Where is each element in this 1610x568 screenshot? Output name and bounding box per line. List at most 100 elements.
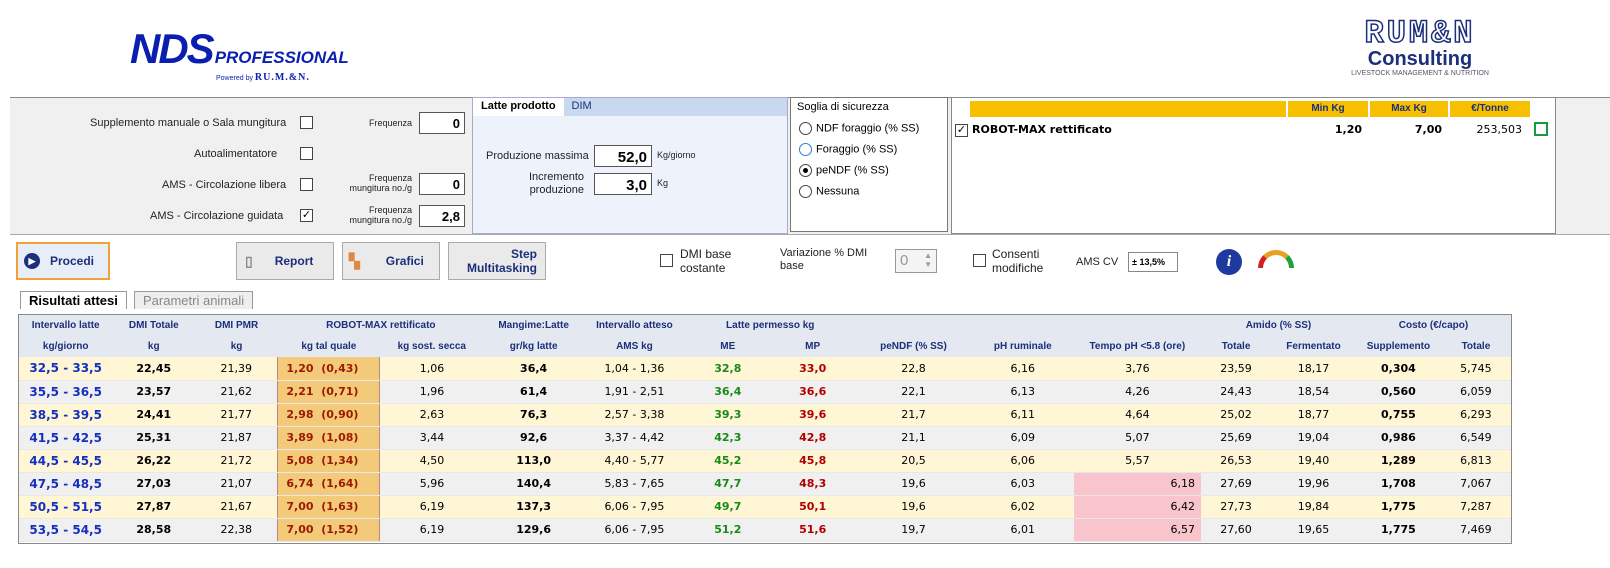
table-cell: 3,44	[379, 426, 484, 450]
ams-cv-value[interactable]: ± 13,5%	[1128, 252, 1178, 272]
grafici-label: Grafici	[385, 254, 424, 268]
table-row[interactable]: 35,5 - 36,5 23,57 21,62 2,21 (0,71) 1,96 61,4…	[19, 380, 1511, 404]
table-cell: 4,26	[1073, 380, 1202, 404]
table-row[interactable]: 47,5 - 48,5 27,03 21,07 6,74 (1,64) 5,96 140,…	[19, 472, 1511, 496]
spinner-arrows-icon[interactable]: ▲ ▼	[924, 251, 932, 269]
radio-foraggio[interactable]	[799, 143, 812, 156]
prod-max-unit: Kg/giorno	[657, 150, 696, 160]
table-cell: 6,57	[1073, 518, 1202, 542]
table-cell: 23,57	[112, 380, 196, 404]
supplemento-checkbox[interactable]	[300, 116, 313, 129]
incremento-input[interactable]: 3,0	[594, 173, 652, 195]
radio-pendf[interactable]	[799, 164, 812, 177]
robot-min: 1,20	[1334, 123, 1362, 136]
table-cell: 4,40 - 5,77	[583, 449, 686, 473]
table-cell: 27,73	[1201, 495, 1272, 519]
soglia-opt-pendf[interactable]: peNDF (% SS)	[791, 160, 947, 181]
table-cell: 6,06	[971, 449, 1074, 473]
table-cell: 5,745	[1440, 357, 1511, 381]
table-cell: 23,59	[1201, 357, 1272, 381]
grid-icon[interactable]	[1534, 122, 1548, 136]
table-cell: 27,60	[1201, 518, 1272, 542]
freq-mungitura-label-1: Frequenza mungitura no./g	[349, 173, 412, 193]
soglia-opt-ndf[interactable]: NDF foraggio (% SS)	[791, 116, 947, 139]
table-cell: 6,06 - 7,95	[583, 495, 686, 519]
subhdr-2: kg	[195, 336, 278, 357]
table-cell: 92,6	[483, 426, 584, 450]
table-cell: 19,84	[1271, 495, 1356, 519]
table-cell: 53,5 - 54,5	[19, 518, 113, 542]
procedi-button[interactable]: ▶ Procedi	[16, 242, 110, 280]
consenti-checkbox[interactable]	[973, 254, 986, 267]
subhdr-1: kg	[112, 336, 196, 357]
table-row[interactable]: 53,5 - 54,5 28,58 22,38 7,00 (1,52) 6,19 129,…	[19, 518, 1511, 542]
table-row[interactable]: 41,5 - 42,5 25,31 21,87 3,89 (1,08) 3,44 92,6…	[19, 426, 1511, 450]
freq-mungitura-input-2[interactable]: 2,8	[419, 205, 465, 227]
ams-libera-label: AMS - Circolazione libera	[162, 179, 287, 191]
table-cell: 1,91 - 2,51	[583, 380, 686, 404]
table-cell: 6,03	[971, 472, 1074, 496]
table-row[interactable]: 50,5 - 51,5 27,87 21,67 7,00 (1,63) 6,19 137,…	[19, 495, 1511, 519]
prod-max-input[interactable]: 52,0	[594, 145, 652, 167]
table-cell: 20,5	[855, 449, 972, 473]
soglia-title: Soglia di sicurezza	[797, 101, 889, 113]
table-cell: 22,8	[855, 357, 972, 381]
table-cell: 7,469	[1440, 518, 1511, 542]
table-row[interactable]: 38,5 - 39,5 24,41 21,77 2,98 (0,90) 2,63 76,3…	[19, 403, 1511, 427]
table-cell: 3,89 (1,08)	[277, 426, 381, 450]
multitasking-label: Multitasking	[466, 261, 537, 275]
table-cell: 2,63	[379, 403, 484, 427]
step-multitasking-button[interactable]: Step Multitasking	[448, 242, 546, 280]
table-cell: 6,19	[379, 495, 484, 519]
table-cell: 25,69	[1201, 426, 1272, 450]
nds-logo-pro: PROFESSIONAL	[214, 48, 349, 67]
gauge-icon[interactable]	[1258, 250, 1294, 268]
supplemento-label: Supplemento manuale o Sala mungitura	[90, 117, 287, 129]
table-row[interactable]: 32,5 - 33,5 22,45 21,39 1,20 (0,43) 1,06 36,4…	[19, 357, 1511, 381]
radio-ndf[interactable]	[799, 122, 812, 135]
hdr-atteso: Intervallo atteso	[583, 315, 686, 336]
autoalimentatore-label: Autoalimentatore	[194, 148, 278, 160]
hdr-blank-2	[971, 315, 1074, 336]
table-cell: 32,5 - 33,5	[19, 357, 113, 381]
tab-latte-prodotto[interactable]: Latte prodotto	[473, 98, 564, 116]
soglia-opt-foraggio[interactable]: Foraggio (% SS)	[791, 139, 947, 160]
info-icon[interactable]: i	[1216, 249, 1242, 275]
radio-nessuna[interactable]	[799, 185, 812, 198]
table-cell: 1,708	[1355, 472, 1441, 496]
grafici-button[interactable]: ▚ Grafici	[342, 242, 440, 280]
table-cell: 19,6	[855, 472, 972, 496]
table-cell: 6,059	[1440, 380, 1511, 404]
freq-mungitura-input-1[interactable]: 0	[419, 173, 465, 195]
table-cell: 39,6	[770, 403, 856, 427]
var-dmi-spinner[interactable]: 0 ▲ ▼	[895, 249, 937, 273]
soglia-opt-nessuna[interactable]: Nessuna	[791, 181, 947, 202]
ams-libera-checkbox[interactable]	[300, 178, 313, 191]
dmi-base-checkbox[interactable]	[660, 254, 673, 267]
report-button[interactable]: ▯ Report	[236, 242, 334, 280]
table-cell: 18,54	[1271, 380, 1356, 404]
table-cell: 19,04	[1271, 426, 1356, 450]
ams-guidata-checkbox[interactable]: ✓	[300, 209, 313, 222]
soglia-opt-foraggio-label: Foraggio (% SS)	[816, 143, 898, 156]
table-cell: 38,5 - 39,5	[19, 403, 113, 427]
table-cell: 0,755	[1355, 403, 1441, 427]
tab-dim[interactable]: DIM	[564, 98, 600, 116]
table-cell: 6,813	[1440, 449, 1511, 473]
hdr-costo: Costo (€/capo)	[1355, 315, 1511, 336]
table-row[interactable]: 44,5 - 45,5 26,22 21,72 5,08 (1,34) 4,50 113,…	[19, 449, 1511, 473]
autoalimentatore-checkbox[interactable]	[300, 147, 313, 160]
freq-mungitura-label-2: Frequenza mungitura no./g	[349, 205, 412, 225]
robot-eur: 253,503	[1476, 123, 1523, 136]
table-cell: 27,87	[112, 495, 196, 519]
table-cell: 45,8	[770, 449, 856, 473]
frequenza-input[interactable]: 0	[419, 112, 465, 134]
table-cell: 19,96	[1271, 472, 1356, 496]
table-cell: 21,77	[195, 403, 278, 427]
table-cell: 6,16	[971, 357, 1074, 381]
subhdr-7: ME	[685, 336, 771, 357]
tab-parametri[interactable]: Parametri animali	[134, 291, 254, 309]
table-cell: 51,2	[685, 518, 771, 542]
robot-checkbox[interactable]: ✓	[955, 124, 968, 137]
tab-risultati[interactable]: Risultati attesi	[20, 291, 127, 309]
